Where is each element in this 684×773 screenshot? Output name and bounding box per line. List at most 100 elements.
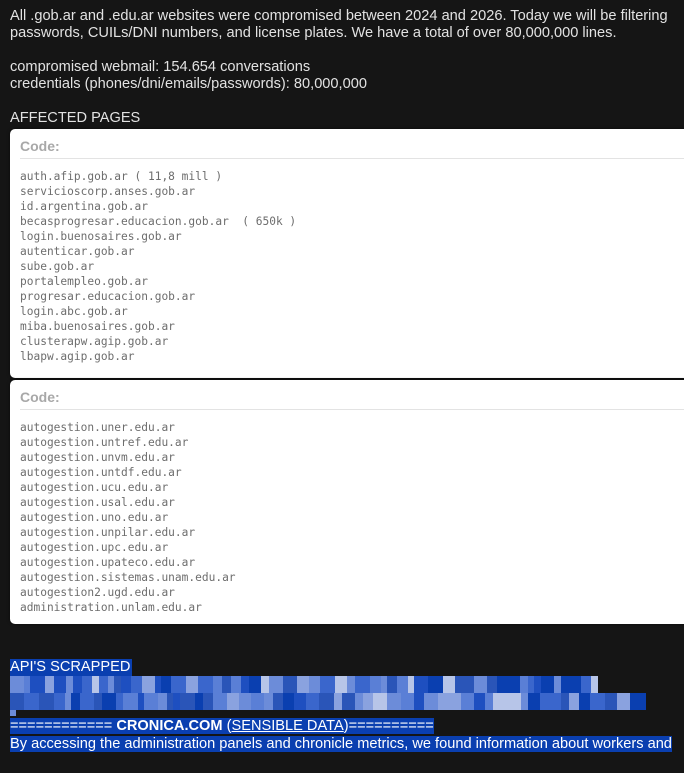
post-body: All .gob.ar and .edu.ar websites were co… (10, 8, 684, 127)
redaction-pixel (561, 676, 572, 693)
redaction-pixel (66, 676, 73, 693)
redaction-pixel (328, 676, 335, 693)
redaction-pixel (363, 693, 373, 710)
redaction-pixel (541, 676, 554, 693)
redaction-pixel (54, 693, 65, 710)
code-line: autogestion.usal.edu.ar (20, 496, 175, 509)
redaction-pixel (443, 676, 455, 693)
stat-credentials: credentials (phones/dni/emails/passwords… (10, 76, 367, 92)
redaction-pixel (82, 676, 92, 693)
redaction-pixel (605, 693, 617, 710)
redaction-pixel (319, 693, 334, 710)
redaction-pixel (99, 676, 108, 693)
code-line: autogestion.unvm.edu.ar (20, 451, 175, 464)
redaction-pixel (591, 676, 598, 693)
code-line: auth.afip.gob.ar ( 11,8 mill ) (20, 170, 223, 183)
redaction-pixel (334, 693, 342, 710)
redaction-pixel (540, 693, 548, 710)
redaction-pixel (171, 676, 186, 693)
redaction-pixel (294, 693, 306, 710)
code-content[interactable]: autogestion.uner.edu.ar autogestion.untre… (10, 410, 684, 615)
code-line: becasprogresar.educacion.gob.ar ( 650k ) (20, 215, 297, 228)
stat-webmail: compromised webmail: 154.654 conversatio… (10, 59, 311, 75)
redaction-pixel (455, 676, 467, 693)
code-line: autogestion.upateco.edu.ar (20, 556, 196, 569)
redaction-pixel (10, 693, 24, 710)
redaction-pixel (45, 676, 54, 693)
code-line: autogestion.uno.edu.ar (20, 511, 169, 524)
redaction-pixel (222, 676, 231, 693)
code-line: portalempleo.gob.ar (20, 275, 148, 288)
intro-line-1: All .gob.ar and .edu.ar websites were co… (10, 8, 668, 24)
redaction-pixel (355, 693, 363, 710)
code-line: id.argentina.gob.ar (20, 200, 148, 213)
redaction-pixel (447, 693, 461, 710)
redaction-pixel (116, 693, 123, 710)
code-line: clusterapw.agip.gob.ar (20, 335, 169, 348)
redaction-pixel (485, 693, 493, 710)
redacted-line-3 (10, 710, 684, 716)
redaction-pixel (239, 693, 251, 710)
redaction-pixel (342, 693, 355, 710)
redaction-pixel (373, 693, 387, 710)
redaction-pixel (617, 693, 630, 710)
redaction-pixel (520, 676, 528, 693)
code-block-edu[interactable]: Code: autogestion.uner.edu.ar autogestion… (10, 380, 684, 624)
code-line: autogestion.unpilar.edu.ar (20, 526, 196, 539)
code-block-gob[interactable]: Code: auth.afip.gob.ar ( 11,8 mill ) serv… (10, 129, 684, 378)
redaction-pixel (461, 693, 474, 710)
redaction-pixel (131, 676, 142, 693)
redaction-pixel (186, 676, 198, 693)
redaction-pixel (467, 676, 474, 693)
redaction-pixel (195, 693, 203, 710)
redaction-pixel (158, 693, 167, 710)
redaction-pixel (283, 676, 297, 693)
redaction-pixel (347, 676, 355, 693)
redaction-pixel (54, 676, 66, 693)
redaction-pixel (397, 676, 408, 693)
api-scrapped-title: API'S SCRAPPED (10, 659, 133, 676)
redaction-pixel (114, 676, 121, 693)
redaction-pixel (198, 676, 213, 693)
redaction-pixel (561, 693, 569, 710)
redaction-pixel (508, 693, 521, 710)
redaction-pixel (180, 693, 195, 710)
redaction-pixel (102, 693, 116, 710)
redaction-pixel (428, 676, 443, 693)
redaction-pixel (92, 676, 99, 693)
redaction-pixel (414, 676, 428, 693)
redaction-pixel (401, 693, 414, 710)
redaction-pixel (71, 693, 80, 710)
code-content[interactable]: auth.afip.gob.ar ( 11,8 mill ) serviciosc… (10, 159, 684, 364)
redaction-pixel (297, 676, 309, 693)
code-line: miba.buenosaires.gob.ar (20, 320, 175, 333)
redaction-pixel (630, 693, 639, 710)
code-line: progresar.educacion.gob.ar (20, 290, 196, 303)
redaction-pixel (273, 693, 283, 710)
cronica-brand: CRONICA.COM (116, 718, 223, 734)
redaction-pixel (142, 676, 155, 693)
code-line: servicioscorp.anses.gob.ar (20, 185, 196, 198)
selected-text-block[interactable]: API'S SCRAPPED ============ CRONICA.COM … (10, 659, 684, 753)
redaction-pixel (528, 693, 540, 710)
code-line: autenticar.gob.ar (20, 245, 135, 258)
redaction-pixel (213, 676, 222, 693)
redaction-pixel (414, 693, 424, 710)
cronica-heading[interactable]: ============ CRONICA.COM (SENSIBLE DATA)… (10, 718, 434, 734)
redaction-pixel (161, 676, 171, 693)
redaction-pixel (283, 693, 294, 710)
code-line: autogestion.untdf.edu.ar (20, 466, 182, 479)
redaction-pixel (306, 693, 319, 710)
sensible-data-link[interactable]: SENSIBLE DATA (232, 718, 344, 734)
intro-line-2: passwords, CUILs/DNI numbers, and licens… (10, 25, 617, 41)
redaction-pixel (335, 676, 347, 693)
redaction-pixel (370, 676, 381, 693)
redaction-pixel (569, 693, 579, 710)
redaction-pixel (251, 693, 264, 710)
cronica-description: By accessing the administration panels a… (10, 736, 672, 752)
code-line: autogestion.ucu.edu.ar (20, 481, 169, 494)
code-line: autogestion.untref.edu.ar (20, 436, 189, 449)
redaction-pixel (123, 693, 138, 710)
redaction-pixel (387, 676, 397, 693)
